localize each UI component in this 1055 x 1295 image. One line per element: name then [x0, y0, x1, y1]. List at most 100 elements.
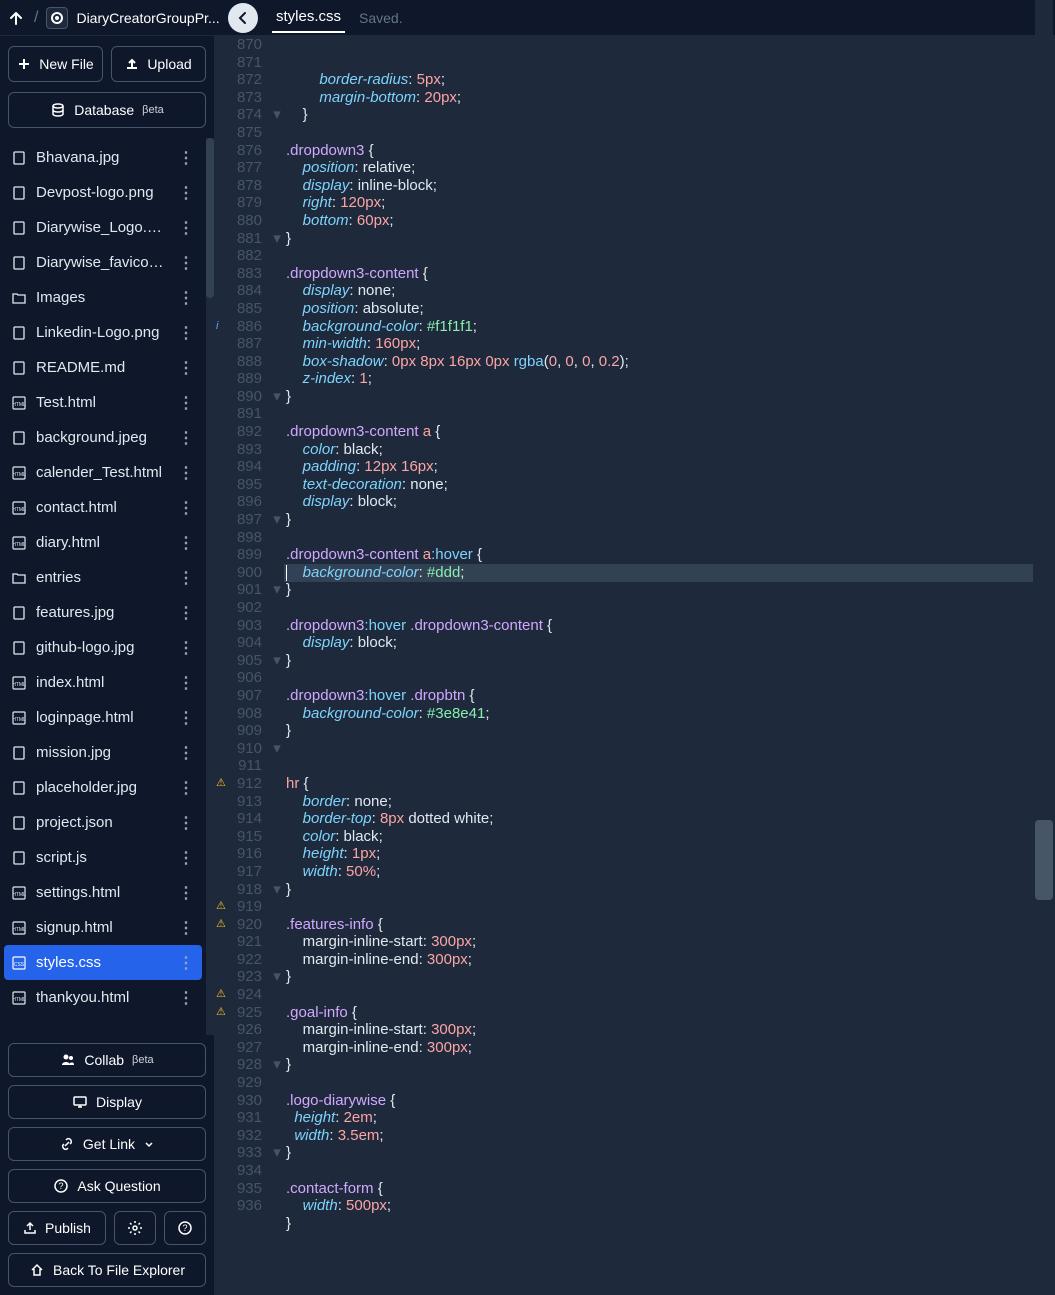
file-item-github-logo-jpg[interactable]: github-logo.jpg⋮ [4, 630, 202, 665]
code-line[interactable]: height: 2em; [286, 1109, 1055, 1127]
new-file-button[interactable]: New File [8, 46, 103, 82]
file-menu-icon[interactable]: ⋮ [176, 288, 196, 308]
code-line[interactable] [286, 124, 1055, 142]
code-line[interactable]: width: 500px; [286, 1197, 1055, 1215]
file-menu-icon[interactable]: ⋮ [176, 813, 196, 833]
fold-marker[interactable]: ▾ [270, 106, 284, 124]
file-menu-icon[interactable]: ⋮ [176, 918, 196, 938]
settings-button[interactable] [114, 1211, 156, 1245]
file-menu-icon[interactable]: ⋮ [176, 848, 196, 868]
file-menu-icon[interactable]: ⋮ [176, 988, 196, 1008]
code-line[interactable]: bottom: 60px; [286, 212, 1055, 230]
code-line[interactable] [286, 529, 1055, 547]
fold-marker[interactable]: ▾ [270, 230, 284, 248]
file-item-linkedin-logo-png[interactable]: Linkedin-Logo.png⋮ [4, 315, 202, 350]
fold-marker[interactable]: ▾ [270, 652, 284, 670]
back-to-explorer-button[interactable]: Back To File Explorer [8, 1253, 206, 1287]
ask-question-button[interactable]: ? Ask Question [8, 1169, 206, 1203]
code-line[interactable] [286, 599, 1055, 617]
code-line[interactable]: } [286, 511, 1055, 529]
file-menu-icon[interactable]: ⋮ [176, 218, 196, 238]
code-editor[interactable]: i⚠⚠⚠⚠⚠8708718728738748758768778788798808… [214, 36, 1055, 1295]
file-item-readme-md[interactable]: README.md⋮ [4, 350, 202, 385]
file-item-placeholder-jpg[interactable]: placeholder.jpg⋮ [4, 770, 202, 805]
code-line[interactable] [286, 1162, 1055, 1180]
code-line[interactable]: display: none; [286, 282, 1055, 300]
file-menu-icon[interactable]: ⋮ [176, 883, 196, 903]
code-line[interactable] [286, 247, 1055, 265]
file-menu-icon[interactable]: ⋮ [176, 253, 196, 273]
file-menu-icon[interactable]: ⋮ [176, 463, 196, 483]
code-line[interactable]: display: block; [286, 634, 1055, 652]
file-menu-icon[interactable]: ⋮ [176, 393, 196, 413]
file-item-loginpage-html[interactable]: HTMLloginpage.html⋮ [4, 700, 202, 735]
fold-marker[interactable]: ▾ [270, 740, 284, 758]
code-line[interactable]: margin-inline-start: 300px; [286, 1021, 1055, 1039]
code-line[interactable] [286, 757, 1055, 775]
file-item-diarywise-favicon----[interactable]: Diarywise_favicon....⋮ [4, 245, 202, 280]
file-item-contact-html[interactable]: HTMLcontact.html⋮ [4, 490, 202, 525]
file-list[interactable]: Bhavana.jpg⋮Devpost-logo.png⋮Diarywise_L… [0, 138, 206, 1035]
code-line[interactable] [286, 898, 1055, 916]
code-line[interactable] [286, 740, 1055, 758]
code-line[interactable]: color: black; [286, 828, 1055, 846]
project-name[interactable]: DiaryCreatorGroupPr... [76, 10, 219, 26]
fold-marker[interactable]: ▾ [270, 881, 284, 899]
file-menu-icon[interactable]: ⋮ [176, 183, 196, 203]
collab-button[interactable]: Collab βeta [8, 1043, 206, 1077]
file-item-project-json[interactable]: project.json⋮ [4, 805, 202, 840]
get-link-button[interactable]: Get Link [8, 1127, 206, 1161]
code-line[interactable]: box-shadow: 0px 8px 16px 0px rgba(0, 0, … [286, 353, 1055, 371]
publish-button[interactable]: Publish [8, 1211, 106, 1245]
code-line[interactable]: background-color: #3e8e41; [286, 705, 1055, 723]
code-line[interactable]: } [286, 1215, 1055, 1233]
code-line[interactable]: .dropdown3-content a { [286, 423, 1055, 441]
file-menu-icon[interactable]: ⋮ [176, 428, 196, 448]
file-menu-icon[interactable]: ⋮ [176, 323, 196, 343]
code-line[interactable]: position: absolute; [286, 300, 1055, 318]
tab-styles-css[interactable]: styles.css [272, 2, 345, 33]
code-line[interactable]: .logo-diarywise { [286, 1092, 1055, 1110]
file-item-settings-html[interactable]: HTMLsettings.html⋮ [4, 875, 202, 910]
code-line[interactable]: } [286, 388, 1055, 406]
file-item-bhavana-jpg[interactable]: Bhavana.jpg⋮ [4, 140, 202, 175]
code-line[interactable]: width: 3.5em; [286, 1127, 1055, 1145]
fold-marker[interactable]: ▾ [270, 388, 284, 406]
code-line[interactable]: border-radius: 5px; [286, 71, 1055, 89]
code-line[interactable]: } [286, 230, 1055, 248]
file-item-diary-html[interactable]: HTMLdiary.html⋮ [4, 525, 202, 560]
code-line[interactable]: right: 120px; [286, 194, 1055, 212]
fold-marker[interactable]: ▾ [270, 1056, 284, 1074]
file-menu-icon[interactable]: ⋮ [176, 498, 196, 518]
file-item-devpost-logo-png[interactable]: Devpost-logo.png⋮ [4, 175, 202, 210]
code-line[interactable]: z-index: 1; [286, 370, 1055, 388]
file-menu-icon[interactable]: ⋮ [176, 708, 196, 728]
help-button[interactable]: ? [164, 1211, 206, 1245]
code-line[interactable]: hr { [286, 775, 1055, 793]
file-menu-icon[interactable]: ⋮ [176, 743, 196, 763]
fold-marker[interactable]: ▾ [270, 581, 284, 599]
code-line[interactable]: .goal-info { [286, 1004, 1055, 1022]
code-line[interactable]: border: none; [286, 793, 1055, 811]
file-menu-icon[interactable]: ⋮ [176, 778, 196, 798]
file-menu-icon[interactable]: ⋮ [176, 603, 196, 623]
file-menu-icon[interactable]: ⋮ [176, 673, 196, 693]
code-line[interactable]: } [286, 106, 1055, 124]
code-line[interactable]: } [286, 652, 1055, 670]
file-menu-icon[interactable]: ⋮ [176, 953, 196, 973]
code-line[interactable]: display: block; [286, 493, 1055, 511]
file-item-calender-test-html[interactable]: HTMLcalender_Test.html⋮ [4, 455, 202, 490]
code-line[interactable]: } [286, 1056, 1055, 1074]
fold-marker[interactable]: ▾ [270, 511, 284, 529]
back-button[interactable] [228, 3, 258, 33]
code-line[interactable]: .contact-form { [286, 1180, 1055, 1198]
file-item-script-js[interactable]: script.js⋮ [4, 840, 202, 875]
upload-button[interactable]: Upload [111, 46, 206, 82]
code-line[interactable]: margin-inline-start: 300px; [286, 933, 1055, 951]
code-line[interactable]: } [286, 968, 1055, 986]
code-line[interactable]: background-color: #f1f1f1; [286, 318, 1055, 336]
file-item-background-jpeg[interactable]: background.jpeg⋮ [4, 420, 202, 455]
code-line[interactable] [286, 405, 1055, 423]
up-arrow-icon[interactable] [6, 8, 26, 28]
code-line[interactable]: .dropdown3-content { [286, 265, 1055, 283]
